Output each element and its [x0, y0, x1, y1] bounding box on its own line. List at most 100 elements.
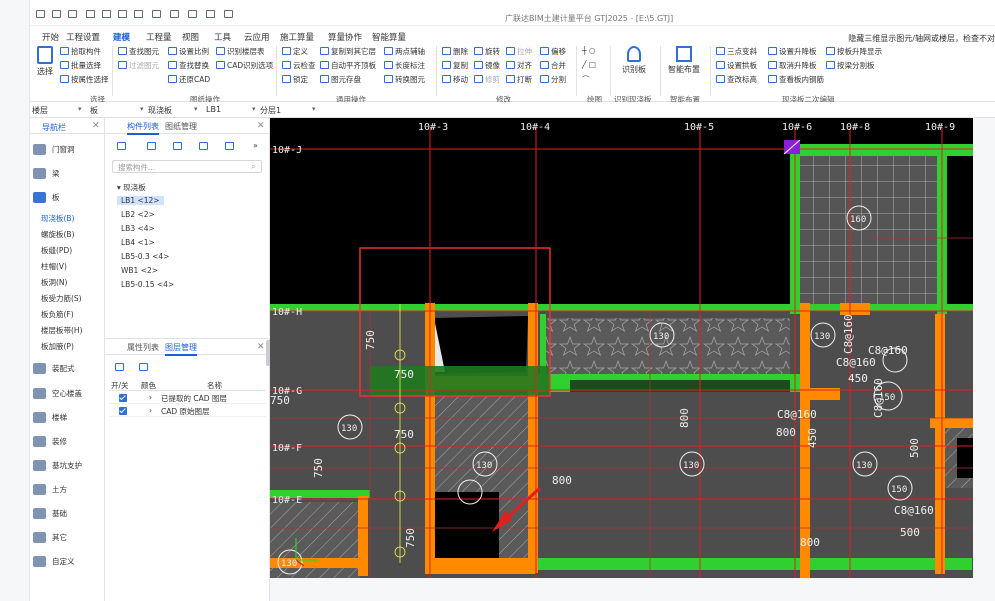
view-icon[interactable] — [170, 10, 179, 18]
save-icon[interactable] — [68, 10, 77, 18]
component-select[interactable]: LB1 — [206, 105, 221, 114]
copy-button[interactable]: 复制 — [442, 60, 468, 71]
chevron-right-icon[interactable]: › — [149, 406, 152, 415]
close-icon[interactable]: ✕ — [257, 121, 265, 131]
stretch-button[interactable]: 拉伸 — [506, 46, 532, 57]
smart-layout-button[interactable]: 智能布置 — [666, 46, 702, 75]
quick-access-icon[interactable] — [36, 10, 45, 18]
draw-point-button[interactable]: ┼ ○ — [582, 46, 595, 55]
split-by-beam-button[interactable]: 按梁分割板 — [826, 60, 875, 71]
three-point-slope-button[interactable]: 三点变斜 — [716, 46, 757, 57]
find-replace-button[interactable]: 查找替换 — [168, 60, 209, 71]
more-icon[interactable]: » — [253, 141, 258, 150]
tab-component-list[interactable]: 构件列表 — [127, 121, 159, 135]
two-point-axis-button[interactable]: 两点辅轴 — [384, 46, 425, 57]
nav-cat-hollow[interactable]: 空心楼盖 — [33, 388, 82, 399]
cad-options-button[interactable]: CAD识别选项 — [216, 60, 273, 71]
nav-item-spiral-slab[interactable]: 螺旋板(B) — [41, 229, 75, 240]
nav-item-haunch[interactable]: 板加腋(P) — [41, 341, 74, 352]
offset-button[interactable]: 偏移 — [540, 46, 566, 57]
nav-item-cast-slab[interactable]: 现浇板(B) — [41, 213, 75, 224]
batch-select-button[interactable]: 批量选择 — [60, 60, 101, 71]
layer-toggle-checkbox[interactable] — [119, 407, 127, 415]
nav-cat-excavation[interactable]: 基坑支护 — [33, 460, 82, 471]
tree-group[interactable]: ▾ 现浇板 — [117, 182, 146, 193]
restore-cad-button[interactable]: 还原CAD — [168, 74, 210, 85]
break-button[interactable]: 打断 — [506, 74, 532, 85]
chevron-down-icon[interactable]: ▾ — [312, 105, 316, 113]
nav-cat-slab[interactable]: 板 — [33, 192, 60, 203]
tab-layer-manage[interactable]: 图层管理 — [165, 342, 197, 356]
draw-arc-button[interactable]: ⌒ — [582, 74, 590, 85]
layer-save-button[interactable]: 图元存盘 — [320, 74, 361, 85]
auto-level-button[interactable]: 自动平齐顶板 — [320, 60, 376, 71]
show-by-rise-button[interactable]: 按板升降显示 — [826, 46, 882, 57]
component-item-lb4[interactable]: LB4 <1> — [121, 238, 155, 247]
nav-item-slab-hole[interactable]: 板洞(N) — [41, 277, 67, 288]
print-icon[interactable] — [118, 10, 127, 18]
cloud-check-button[interactable]: 云检查 — [282, 60, 316, 71]
floor-select[interactable]: 楼层 — [32, 105, 48, 116]
component-item-lb5-03[interactable]: LB5-0.3 <4> — [121, 252, 169, 261]
chevron-down-icon[interactable]: ▾ — [252, 105, 256, 113]
merge-button[interactable]: 合并 — [540, 60, 566, 71]
nav-item-slab-joint[interactable]: 板缝(PD) — [41, 245, 72, 256]
convert-button[interactable]: 转换图元 — [384, 74, 425, 85]
lock-button[interactable]: 锁定 — [282, 74, 308, 85]
nav-item-slab-band[interactable]: 楼层板带(H) — [41, 325, 83, 336]
filter-icon[interactable] — [225, 142, 234, 150]
copy-to-layer-button[interactable]: 复制到其它层 — [320, 46, 376, 57]
nav-cat-prefab[interactable]: 装配式 — [33, 363, 75, 374]
nav-item-main-rebar[interactable]: 板受力筋(S) — [41, 293, 82, 304]
nav-cat-custom[interactable]: 自定义 — [33, 556, 75, 567]
delete-button[interactable]: 删除 — [442, 46, 468, 57]
grid-icon[interactable] — [134, 10, 143, 18]
define-button[interactable]: 定义 — [282, 46, 308, 57]
calc-icon[interactable] — [188, 10, 197, 18]
rotate-button[interactable]: 旋转 — [474, 46, 500, 57]
set-rise-button[interactable]: 设置升降板 — [768, 46, 817, 57]
component-item-lb5-015[interactable]: LB5-0.15 <4> — [121, 280, 174, 289]
delete-icon[interactable] — [173, 142, 182, 150]
drawing-canvas[interactable]: 10#-3 10#-4 10#-5 10#-6 10#-8 10#-9 10#-J 10#-H… — [270, 118, 973, 578]
layer-show-icon[interactable] — [115, 363, 124, 371]
tab-properties[interactable]: 属性列表 — [127, 342, 159, 353]
nav-cat-stair[interactable]: 楼梯 — [33, 412, 67, 423]
chevron-down-icon[interactable]: ▾ — [140, 105, 144, 113]
copy-icon[interactable] — [147, 142, 156, 150]
layer-select[interactable]: 分层1 — [260, 105, 281, 116]
nav-cat-other[interactable]: 其它 — [33, 532, 67, 543]
layout-icon[interactable] — [206, 10, 215, 18]
component-item-lb2[interactable]: LB2 <2> — [121, 210, 155, 219]
trim-button[interactable]: 修剪 — [474, 74, 500, 85]
table-icon[interactable] — [152, 10, 161, 18]
open-icon[interactable] — [52, 10, 61, 18]
nav-cat-opening[interactable]: 门窗洞 — [33, 144, 75, 155]
filter-button[interactable]: 过滤图元 — [118, 60, 159, 71]
set-scale-button[interactable]: 设置比例 — [168, 46, 209, 57]
layer-toggle-checkbox[interactable] — [119, 394, 127, 402]
undo-icon[interactable] — [86, 10, 95, 18]
component-search-input[interactable]: 搜索构件... — [112, 160, 262, 173]
close-icon[interactable]: ✕ — [257, 342, 265, 352]
nav-cat-beam[interactable]: 梁 — [33, 168, 60, 179]
split-button[interactable]: 分割 — [540, 74, 566, 85]
find-button[interactable]: 查找图元 — [118, 46, 159, 57]
kind-select[interactable]: 现浇板 — [148, 105, 172, 116]
layer-hide-icon[interactable] — [139, 363, 148, 371]
cad-drawing[interactable]: 10#-3 10#-4 10#-5 10#-6 10#-8 10#-9 10#-J 10#-H… — [270, 118, 973, 578]
select-tool-button[interactable]: 选择 — [34, 46, 56, 77]
mirror-button[interactable]: 镜像 — [474, 60, 500, 71]
recog-floor-button[interactable]: 识别楼层表 — [216, 46, 265, 57]
nav-item-neg-rebar[interactable]: 板负筋(F) — [41, 309, 74, 320]
chevron-down-icon[interactable]: ▾ — [78, 105, 82, 113]
new-icon[interactable] — [117, 142, 126, 150]
recognize-slab-button[interactable]: 识别板 — [616, 46, 652, 75]
component-item-lb1[interactable]: LB1 <12> — [117, 196, 164, 205]
nav-cat-earthwork[interactable]: 土方 — [33, 484, 67, 495]
nav-cat-decoration[interactable]: 装修 — [33, 436, 67, 447]
cancel-rise-button[interactable]: 取消升降板 — [768, 60, 817, 71]
align-button[interactable]: 对齐 — [506, 60, 532, 71]
export-icon[interactable] — [224, 10, 233, 18]
tab-drawing-manage[interactable]: 图纸管理 — [165, 121, 197, 132]
